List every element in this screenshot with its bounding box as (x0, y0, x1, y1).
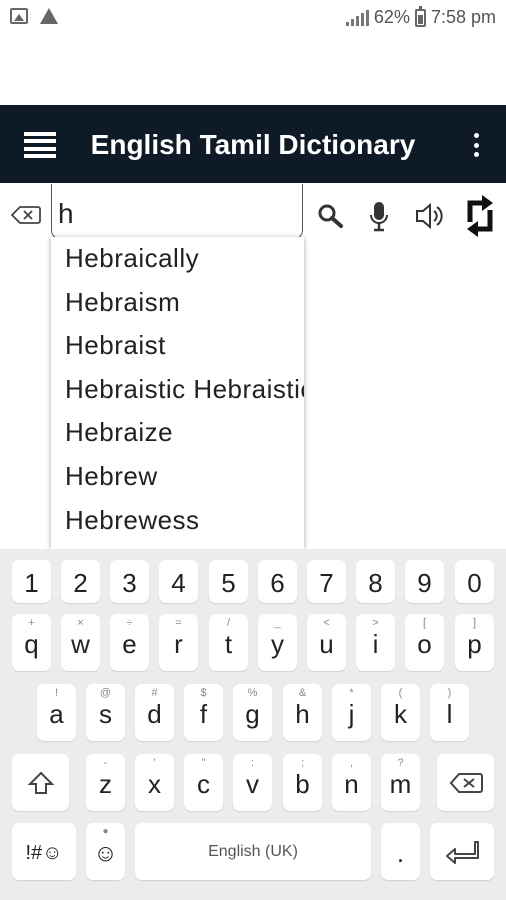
status-bar: 62% 7:58 pm (0, 0, 506, 35)
key-7[interactable]: 7 (307, 560, 346, 603)
key-3[interactable]: 3 (110, 560, 149, 603)
app-bar: English Tamil Dictionary (0, 105, 506, 183)
mic-hint-icon: ● (102, 826, 109, 837)
search-icon[interactable] (316, 198, 344, 234)
enter-icon (446, 840, 479, 864)
key-2[interactable]: 2 (61, 560, 100, 603)
suggestion-item[interactable]: Hebraize (51, 411, 304, 455)
battery-percent: 62% (373, 7, 410, 27)
key-k[interactable]: (k (381, 684, 420, 741)
swap-icon[interactable] (464, 194, 496, 238)
enter-key[interactable] (430, 823, 494, 880)
mic-icon[interactable] (368, 198, 390, 234)
screen: { "status_bar": { "left_icons": ["image-… (0, 0, 506, 900)
soft-keyboard: 1 2 3 4 5 6 7 8 9 0 + q × w ÷ e = r / t _ y < u… (0, 549, 506, 900)
key-j[interactable]: * j (332, 684, 371, 741)
backspace-key[interactable] (437, 754, 494, 811)
key-f[interactable]: $ f (184, 684, 223, 741)
key-v[interactable]: :v (233, 754, 272, 811)
battery-icon (414, 5, 426, 27)
speaker-icon[interactable] (414, 198, 446, 234)
key-p[interactable]: ] p (455, 614, 494, 671)
suggestion-item[interactable]: Hebraism (51, 281, 304, 325)
suggestion-item[interactable]: Hebraistic Hebraistical (51, 368, 304, 412)
key-g[interactable]: % g (233, 684, 272, 741)
key-5[interactable]: 5 (209, 560, 248, 603)
key-d[interactable]: # d (135, 684, 174, 741)
key-c[interactable]: " c (184, 754, 223, 811)
key-y[interactable]: _ y (258, 614, 297, 671)
emoji-key[interactable]: ● ☺ (86, 823, 125, 880)
signal-icon (345, 9, 369, 26)
search-field[interactable] (51, 184, 303, 240)
key-t[interactable]: / t (209, 614, 248, 671)
backspace-icon (449, 772, 483, 793)
key-h[interactable]: & h (283, 684, 322, 741)
key-w[interactable]: × w (61, 614, 100, 671)
key-b[interactable]: ; b (283, 754, 322, 811)
app-title: English Tamil Dictionary (90, 129, 416, 160)
key-a[interactable]: ! a (37, 684, 76, 741)
key-m[interactable]: ? m (381, 754, 420, 811)
key-e[interactable]: ÷ e (110, 614, 149, 671)
key-i[interactable]: > i (356, 614, 395, 671)
more-vert-icon[interactable] (472, 133, 480, 157)
key-s[interactable]: @ s (86, 684, 125, 741)
key-6[interactable]: 6 (258, 560, 297, 603)
suggestion-dropdown: Hebraically Hebraism Hebraist Hebraistic… (51, 237, 304, 549)
key-0[interactable]: 0 (455, 560, 494, 603)
key-r[interactable]: = r (159, 614, 198, 671)
key-8[interactable]: 8 (356, 560, 395, 603)
symbols-key[interactable]: !#☺ (12, 823, 76, 880)
key-1[interactable]: 1 (12, 560, 51, 603)
search-input[interactable] (58, 196, 293, 232)
suggestion-item[interactable]: Hebraist (51, 324, 304, 368)
suggestion-item[interactable]: Hebrew (51, 455, 304, 499)
suggestion-item[interactable]: Hebrewess (51, 499, 304, 543)
key-l[interactable]: ) l (430, 684, 469, 741)
warning-icon (40, 8, 58, 24)
key-period[interactable]: . (381, 823, 420, 880)
shift-icon (27, 771, 54, 794)
key-n[interactable]: ,n (332, 754, 371, 811)
image-icon (10, 8, 28, 24)
shift-key[interactable] (12, 754, 69, 811)
blank-banner-area (0, 35, 506, 105)
suggestion-item[interactable]: Hebraically (51, 237, 304, 281)
key-q[interactable]: + q (12, 614, 51, 671)
key-4[interactable]: 4 (159, 560, 198, 603)
key-z[interactable]: -z (86, 754, 125, 811)
key-u[interactable]: < u (307, 614, 346, 671)
clear-text-icon[interactable] (11, 205, 41, 225)
key-x[interactable]: ' x (135, 754, 174, 811)
key-9[interactable]: 9 (405, 560, 444, 603)
key-o[interactable]: [o (405, 614, 444, 671)
space-bar[interactable]: English (UK) (135, 823, 371, 880)
clock: 7:58 pm (430, 7, 496, 27)
